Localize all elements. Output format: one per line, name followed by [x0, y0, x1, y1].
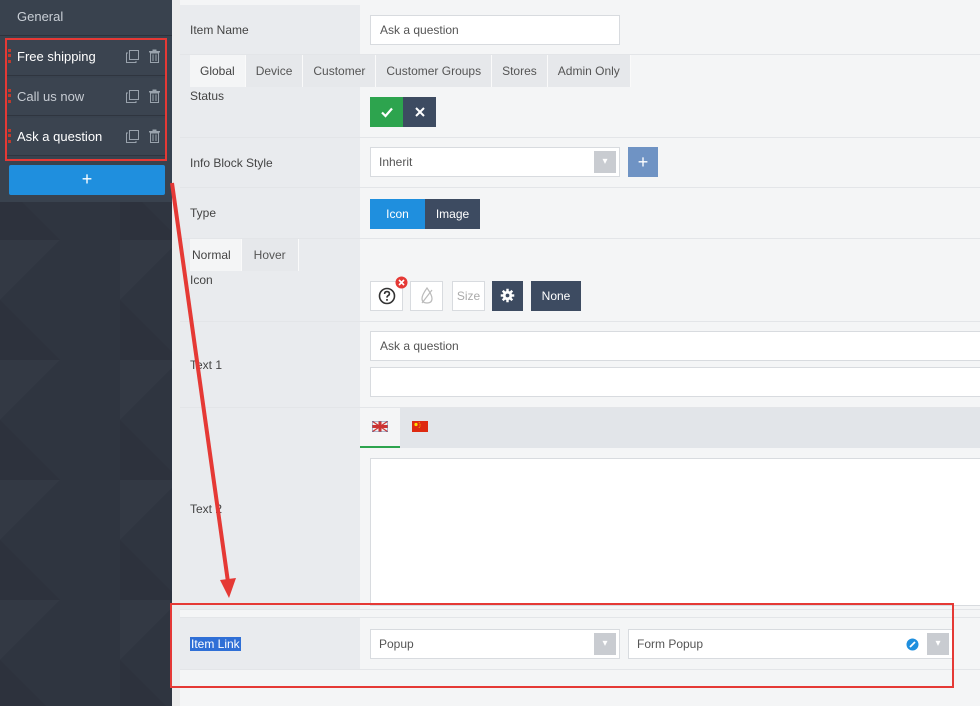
- field-label: Type: [190, 206, 217, 220]
- copy-icon[interactable]: [126, 90, 139, 103]
- check-icon: [380, 107, 393, 118]
- tab-device[interactable]: Device: [245, 55, 304, 87]
- trash-icon[interactable]: [148, 129, 161, 143]
- field-label: Item Name: [190, 22, 249, 37]
- status-tabs: Global Device Customer Customer Groups S…: [190, 55, 631, 87]
- select-value: Popup: [379, 637, 414, 651]
- item-name-input[interactable]: Ask a question: [370, 15, 620, 45]
- remove-icon[interactable]: [395, 276, 408, 289]
- tab-stores[interactable]: Stores: [492, 55, 548, 87]
- status-disable-button[interactable]: [403, 97, 436, 127]
- tab-global[interactable]: Global: [190, 55, 246, 87]
- drag-handle-icon[interactable]: [8, 89, 11, 103]
- select-value: Form Popup: [637, 637, 704, 651]
- field-label: Item Link: [190, 636, 241, 651]
- type-icon-button[interactable]: Icon: [370, 199, 425, 229]
- tab-language-english[interactable]: [360, 408, 400, 448]
- chevron-down-icon: ▾: [594, 151, 616, 173]
- china-flag-icon: [412, 421, 428, 432]
- link-target-select[interactable]: Form Popup ▾: [628, 629, 953, 659]
- sidebar: General Free shipping Call us now Ask a …: [0, 0, 172, 706]
- field-label: Icon: [190, 273, 213, 287]
- text1-input[interactable]: Ask a question: [370, 331, 980, 361]
- select-value: Inherit: [379, 155, 413, 169]
- trash-icon[interactable]: [148, 49, 161, 63]
- field-label: Text 1: [190, 357, 223, 372]
- tab-customer-groups[interactable]: Customer Groups: [376, 55, 493, 87]
- drag-handle-icon[interactable]: [8, 49, 11, 63]
- size-input[interactable]: Size: [452, 281, 485, 311]
- color-drop-icon: [420, 286, 433, 304]
- row-item-name: Item Name Ask a question: [180, 5, 980, 55]
- question-circle-icon: [378, 287, 395, 305]
- chevron-down-icon: ▾: [927, 633, 949, 655]
- close-icon: [414, 107, 425, 117]
- gear-icon: [500, 288, 515, 303]
- tab-normal[interactable]: Normal: [190, 239, 242, 271]
- type-image-button[interactable]: Image: [425, 199, 480, 229]
- text2-editor[interactable]: [370, 458, 980, 606]
- tab-customer[interactable]: Customer: [303, 55, 377, 87]
- info-block-style-select[interactable]: Inherit ▾: [370, 147, 620, 177]
- icon-none-button[interactable]: None: [531, 281, 581, 311]
- copy-icon[interactable]: [126, 130, 139, 143]
- field-label: Text 2: [190, 501, 223, 516]
- sidebar-item[interactable]: Ask a question: [5, 118, 167, 156]
- text1-secondary-input[interactable]: [370, 367, 980, 397]
- icon-tabs: Normal Hover: [190, 239, 299, 271]
- uk-flag-icon: [371, 420, 389, 433]
- tab-admin-only[interactable]: Admin Only: [547, 55, 631, 87]
- copy-icon[interactable]: [126, 50, 139, 63]
- icon-settings-button[interactable]: [492, 281, 523, 311]
- field-label: Info Block Style: [190, 155, 273, 170]
- sidebar-item-label: Call us now: [17, 89, 85, 104]
- edit-icon[interactable]: [906, 638, 919, 651]
- add-item-button[interactable]: +: [9, 165, 165, 195]
- status-enable-button[interactable]: [370, 97, 403, 127]
- chevron-down-icon: ▾: [594, 633, 616, 655]
- trash-icon[interactable]: [148, 89, 161, 103]
- tab-hover[interactable]: Hover: [241, 239, 299, 271]
- sidebar-item-label: Free shipping: [17, 49, 96, 64]
- row-text1: Text 1 Ask a question: [180, 322, 980, 408]
- field-label: Status: [190, 89, 225, 103]
- language-tabs: [360, 408, 980, 448]
- link-type-select[interactable]: Popup ▾: [370, 629, 620, 659]
- row-info-block-style: Info Block Style Inherit ▾ +: [180, 138, 980, 188]
- tab-language-chinese[interactable]: [400, 408, 440, 448]
- sidebar-item[interactable]: Free shipping: [5, 38, 167, 76]
- sidebar-general-link[interactable]: General: [0, 0, 172, 36]
- row-type: Type Icon Image: [180, 188, 980, 239]
- add-style-button[interactable]: +: [628, 147, 658, 177]
- drag-handle-icon[interactable]: [8, 129, 11, 143]
- row-item-link: Item Link Popup ▾ Form Popup ▾: [180, 617, 980, 670]
- sidebar-item[interactable]: Call us now: [5, 78, 167, 116]
- sidebar-item-label: Ask a question: [17, 129, 103, 144]
- color-picker[interactable]: [410, 281, 443, 311]
